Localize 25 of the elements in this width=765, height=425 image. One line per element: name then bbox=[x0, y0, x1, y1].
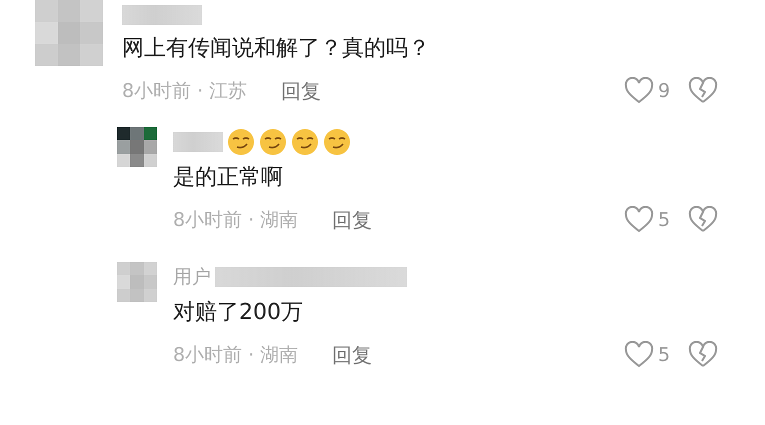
comment-text: 对赔了200万 bbox=[173, 299, 304, 327]
smirk-emoji-icon bbox=[323, 128, 351, 156]
smirk-emoji-icon bbox=[291, 128, 319, 156]
comment-time-location: 8小时前 · 江苏 bbox=[122, 79, 248, 104]
like-count: 5 bbox=[658, 209, 672, 231]
reply-button[interactable]: 回复 bbox=[332, 342, 372, 368]
like-button[interactable] bbox=[624, 206, 654, 234]
dislike-button[interactable] bbox=[688, 341, 718, 369]
like-count: 5 bbox=[658, 344, 672, 366]
like-button[interactable] bbox=[624, 77, 654, 105]
comment-text: 网上有传闻说和解了？真的吗？ bbox=[122, 35, 431, 63]
comment-time-location: 8小时前 · 湖南 bbox=[173, 208, 298, 233]
reply-button[interactable]: 回复 bbox=[281, 78, 322, 104]
avatar[interactable] bbox=[117, 127, 157, 167]
smirk-emoji-icon bbox=[227, 128, 255, 156]
dislike-button[interactable] bbox=[688, 206, 718, 234]
dislike-button[interactable] bbox=[688, 77, 718, 105]
comment-time-location: 8小时前 · 湖南 bbox=[173, 343, 298, 368]
blurred-username bbox=[173, 132, 223, 152]
like-button[interactable] bbox=[624, 341, 654, 369]
comment-text: 是的正常啊 bbox=[173, 164, 284, 192]
like-count: 9 bbox=[658, 80, 672, 102]
username-prefix: 用户 bbox=[173, 265, 211, 290]
smirk-emoji-icon bbox=[259, 128, 287, 156]
reply-button[interactable]: 回复 bbox=[332, 206, 372, 234]
